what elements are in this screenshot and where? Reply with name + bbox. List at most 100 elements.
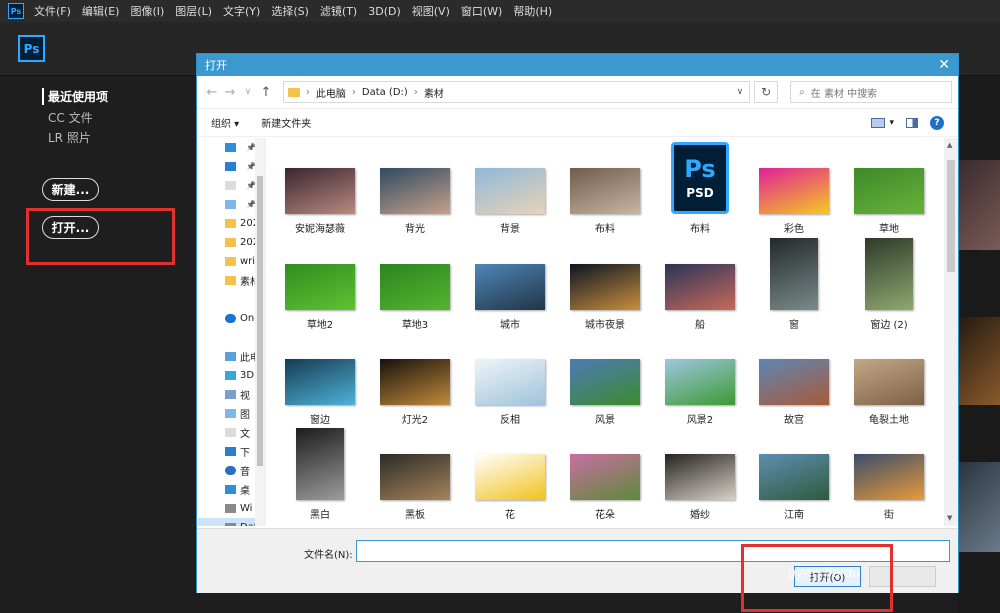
file-item[interactable]: 草地: [848, 138, 930, 235]
document-icon: [225, 181, 236, 190]
menu-window[interactable]: 窗口(W): [461, 3, 502, 19]
file-thumbnail: [570, 168, 640, 214]
file-item[interactable]: 城市: [469, 234, 551, 331]
file-item[interactable]: 布料: [564, 138, 646, 235]
recent-thumbnail[interactable]: [958, 462, 1000, 552]
file-grid-scrollbar-thumb[interactable]: [947, 160, 955, 272]
organize-button[interactable]: 组织 ▾: [211, 115, 239, 130]
nav-item-label: 文: [240, 429, 250, 440]
scroll-up-icon[interactable]: ▲: [947, 141, 952, 149]
file-item[interactable]: 草地2: [279, 234, 361, 331]
file-item[interactable]: 草地3: [374, 234, 456, 331]
scroll-down-icon[interactable]: ▼: [947, 514, 952, 522]
psd-file-icon: Ps PSD: [671, 142, 729, 214]
folder-icon: [287, 87, 300, 97]
breadcrumb-this-pc[interactable]: 此电脑: [316, 85, 346, 100]
file-item[interactable]: 龟裂土地: [848, 329, 930, 426]
file-item[interactable]: 背光: [374, 138, 456, 235]
file-item[interactable]: 背景: [469, 138, 551, 235]
file-item[interactable]: 反相: [469, 329, 551, 426]
file-item[interactable]: Ps PSD 布料: [659, 138, 741, 235]
view-dropdown-icon[interactable]: ▾: [889, 118, 894, 128]
file-name: 背景: [500, 224, 520, 235]
menu-layer[interactable]: 图层(L): [175, 3, 212, 19]
file-item[interactable]: 江南: [753, 424, 835, 521]
file-item[interactable]: 风景2: [659, 329, 741, 426]
refresh-icon[interactable]: ↻: [754, 81, 779, 103]
close-icon[interactable]: ✕: [938, 57, 950, 73]
file-item[interactable]: 黑白: [279, 424, 361, 521]
file-thumbnail: [475, 359, 545, 405]
up-arrow-icon[interactable]: ↑: [257, 85, 275, 100]
file-thumbnail: [380, 359, 450, 405]
menu-image[interactable]: 图像(I): [130, 3, 164, 19]
recent-thumbnail[interactable]: [958, 317, 1000, 405]
menu-3d[interactable]: 3D(D): [368, 5, 401, 18]
file-thumbnail: [665, 454, 735, 500]
file-item[interactable]: 灯光2: [374, 329, 456, 426]
dialog-toolbar: 组织 ▾ 新建文件夹 ▾ ?: [197, 109, 958, 137]
address-bar[interactable]: › 此电脑 › Data (D:) › 素材 ∨: [282, 81, 751, 103]
file-name: 江南: [784, 510, 804, 521]
lr-photos-nav[interactable]: LR 照片: [48, 129, 91, 146]
preview-pane-icon[interactable]: [906, 117, 918, 128]
file-item[interactable]: 窗边 (2): [848, 234, 930, 331]
view-mode-icon[interactable]: [871, 117, 886, 128]
breadcrumb-materials[interactable]: 素材: [424, 85, 444, 100]
picture-icon: [225, 409, 236, 418]
file-item[interactable]: 黑板: [374, 424, 456, 521]
recent-thumbnail[interactable]: [958, 160, 1000, 250]
file-item[interactable]: 风景: [564, 329, 646, 426]
file-name: 草地: [879, 224, 899, 235]
menu-file[interactable]: 文件(F): [34, 3, 71, 19]
file-item[interactable]: 船: [659, 234, 741, 331]
file-thumbnail: [285, 168, 355, 214]
file-thumbnail: [285, 264, 355, 310]
file-thumbnail: [570, 454, 640, 500]
document-icon: [225, 428, 236, 437]
home-left-panel: [0, 77, 196, 613]
new-file-button[interactable]: 新建...: [42, 178, 99, 201]
file-item[interactable]: 花: [469, 424, 551, 521]
file-item[interactable]: 安妮海瑟薇: [279, 138, 361, 235]
menu-filter[interactable]: 滤镜(T): [320, 3, 357, 19]
photoshop-logo-icon: Ps: [18, 35, 45, 62]
nav-scrollbar-thumb[interactable]: [257, 176, 263, 466]
help-icon[interactable]: ?: [930, 115, 944, 130]
file-item[interactable]: 彩色: [753, 138, 835, 235]
file-item[interactable]: 婚纱: [659, 424, 741, 521]
new-folder-button[interactable]: 新建文件夹: [261, 115, 311, 130]
forward-arrow-icon[interactable]: →: [221, 85, 239, 100]
photoshop-app-icon[interactable]: Ps: [8, 3, 24, 19]
nav-item-label: 音: [240, 467, 250, 478]
recent-locations-chevron-icon[interactable]: ∨: [239, 87, 257, 97]
breadcrumb-data-drive[interactable]: Data (D:): [362, 87, 408, 98]
menu-view[interactable]: 视图(V): [412, 3, 450, 19]
file-item[interactable]: 窗: [753, 234, 835, 331]
cc-files-nav[interactable]: CC 文件: [48, 109, 93, 126]
folder-icon: [225, 238, 236, 247]
psd-label-text: PSD: [686, 186, 714, 200]
address-dropdown-icon[interactable]: ∨: [737, 87, 744, 97]
file-item[interactable]: 城市夜景: [564, 234, 646, 331]
menu-help[interactable]: 帮助(H): [513, 3, 552, 19]
file-item[interactable]: 街: [848, 424, 930, 521]
file-item[interactable]: 窗边: [279, 329, 361, 426]
file-thumbnail: [475, 264, 545, 310]
recent-files-nav[interactable]: 最近使用项: [42, 88, 108, 105]
file-thumbnail: [759, 359, 829, 405]
back-arrow-icon[interactable]: ←: [203, 85, 221, 100]
file-thumbnail: [759, 454, 829, 500]
navigation-pane: 📌📌📌📌202202wri素材One此电3D视图文下音桌WiDat网络: [198, 138, 266, 526]
file-grid-scrollbar[interactable]: ▲ ▼: [944, 138, 958, 526]
file-thumbnail: [770, 238, 818, 310]
menu-edit[interactable]: 编辑(E): [82, 3, 120, 19]
file-thumbnail: [854, 359, 924, 405]
file-item[interactable]: 故宫: [753, 329, 835, 426]
menu-type[interactable]: 文字(Y): [223, 3, 260, 19]
file-name: 布料: [690, 224, 710, 235]
menu-select[interactable]: 选择(S): [271, 3, 309, 19]
search-input[interactable]: ⌕ 在 素材 中搜索: [790, 81, 952, 103]
file-item[interactable]: 花朵: [564, 424, 646, 521]
nav-item-label: 3D: [240, 370, 255, 381]
